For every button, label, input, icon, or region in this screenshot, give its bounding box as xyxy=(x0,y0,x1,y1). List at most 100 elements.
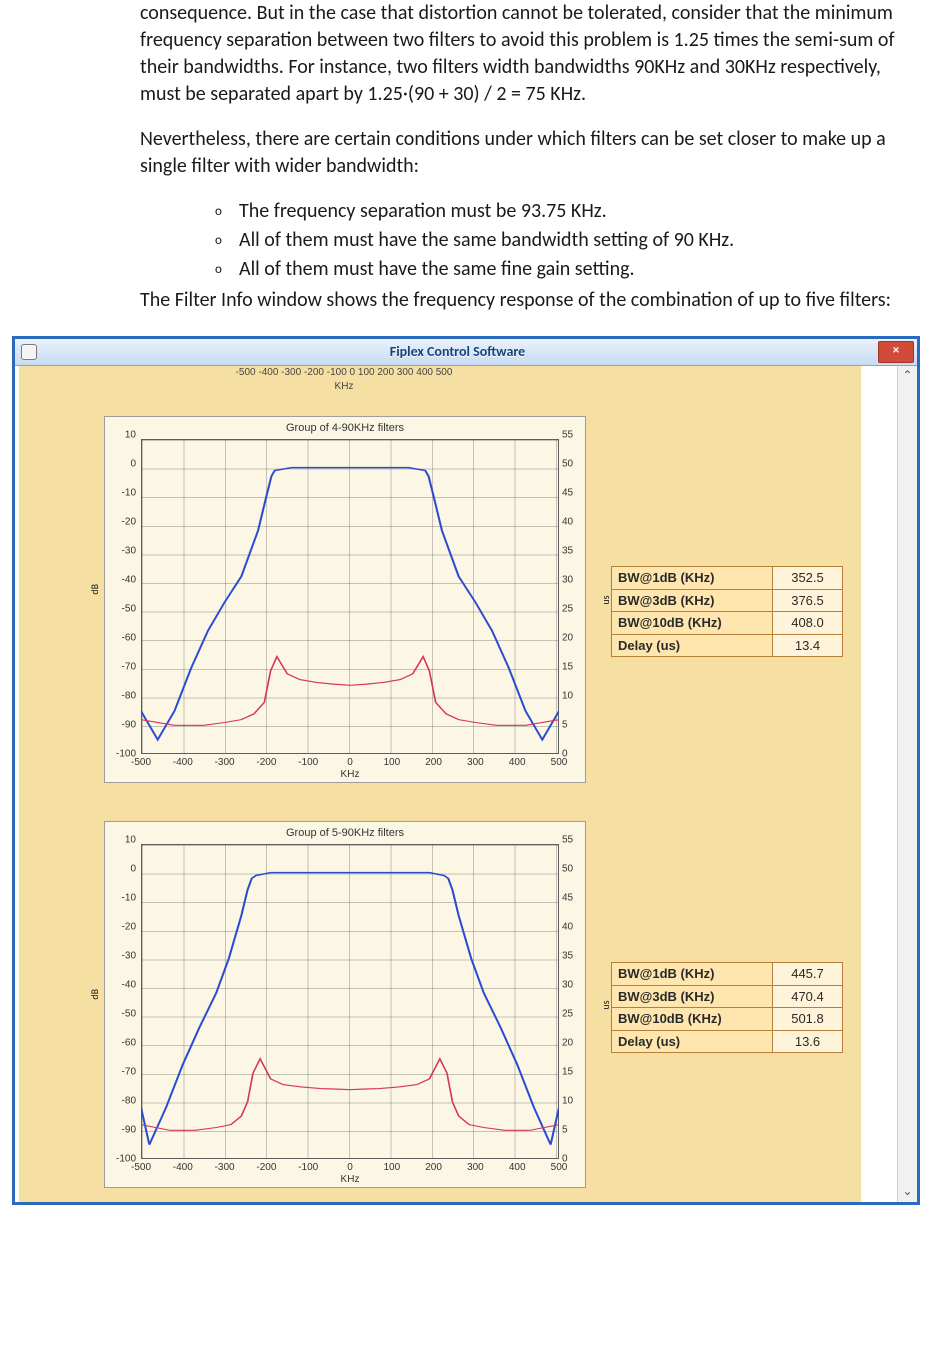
scroll-down-button[interactable]: ⌄ xyxy=(898,1182,917,1202)
table-row: Delay (us)13.6 xyxy=(612,1030,843,1053)
value: 501.8 xyxy=(773,1008,843,1031)
table-row: Delay (us)13.4 xyxy=(612,634,843,657)
y-left-ticks: 10 0 -10 -20 -30 -40 -50 -60 -70 -80 -90… xyxy=(108,435,138,754)
list-item: oThe frequency separation must be 93.75 … xyxy=(215,198,910,225)
label: BW@1dB (KHz) xyxy=(612,567,773,590)
tick: -20 xyxy=(122,920,136,934)
tick: -40 xyxy=(122,978,136,992)
x-ticks: -500 -400 -300 -200 -100 0 100 200 300 4… xyxy=(141,756,559,780)
tick: -10 xyxy=(122,486,136,500)
y-left-label: dB xyxy=(88,583,102,594)
tick: 45 xyxy=(562,486,573,500)
tick: -90 xyxy=(122,718,136,732)
tick: 25 xyxy=(562,602,573,616)
app-icon xyxy=(21,344,37,360)
tick: -20 xyxy=(122,515,136,529)
list-text: All of them must have the same bandwidth… xyxy=(239,228,734,252)
tick: 20 xyxy=(562,1036,573,1050)
conditions-list: oThe frequency separation must be 93.75 … xyxy=(140,198,910,283)
trace-delay xyxy=(141,1059,559,1131)
label: BW@3dB (KHz) xyxy=(612,985,773,1008)
x-ticks: -500 -400 -300 -200 -100 0 100 200 300 4… xyxy=(141,1161,559,1185)
tick: -60 xyxy=(122,1036,136,1050)
app-window: Fiplex Control Software × -500 -400 -300… xyxy=(12,336,920,1205)
tick: 40 xyxy=(562,920,573,934)
tick: 35 xyxy=(562,544,573,558)
list-text: All of them must have the same fine gain… xyxy=(239,257,635,281)
trace-magnitude xyxy=(141,468,559,740)
tick: 5 xyxy=(562,718,568,732)
tick: -80 xyxy=(122,1094,136,1108)
info-table-2: BW@1dB (KHz)445.7 BW@3dB (KHz)470.4 BW@1… xyxy=(611,962,843,1053)
value: 376.5 xyxy=(773,589,843,612)
tick: -40 xyxy=(122,573,136,587)
value: 13.4 xyxy=(773,634,843,657)
table-row: BW@1dB (KHz)445.7 xyxy=(612,963,843,986)
y-right-ticks: 55 50 45 40 35 30 25 20 15 10 5 0 xyxy=(560,435,582,754)
trace-delay xyxy=(141,657,559,726)
tick: 15 xyxy=(562,660,573,674)
tick: -80 xyxy=(122,689,136,703)
info-table-1: BW@1dB (KHz)352.5 BW@3dB (KHz)376.5 BW@1… xyxy=(611,566,843,657)
table-row: BW@1dB (KHz)352.5 xyxy=(612,567,843,590)
label: BW@10dB (KHz) xyxy=(612,612,773,635)
plot-svg xyxy=(141,439,559,754)
table-row: BW@10dB (KHz)408.0 xyxy=(612,612,843,635)
label: Delay (us) xyxy=(612,634,773,657)
table-row: BW@10dB (KHz)501.8 xyxy=(612,1008,843,1031)
value: 408.0 xyxy=(773,612,843,635)
tick: 10 xyxy=(125,833,136,847)
scroll-up-button[interactable]: ⌃ xyxy=(898,366,917,386)
top-axis-label: KHz xyxy=(104,380,584,394)
table-row: BW@3dB (KHz)376.5 xyxy=(612,589,843,612)
tick: 15 xyxy=(562,1065,573,1079)
vertical-scrollbar[interactable]: ⌃ ⌄ xyxy=(897,366,917,1202)
client-area: -500 -400 -300 -200 -100 0 100 200 300 4… xyxy=(15,366,917,1202)
y-left-label: dB xyxy=(88,988,102,999)
tick: 30 xyxy=(562,978,573,992)
tick: 10 xyxy=(562,1094,573,1108)
tick: 45 xyxy=(562,891,573,905)
plot-group-5: Group of 5-90KHz filters 10 0 -10 -20 -3… xyxy=(104,821,586,1188)
tick: -50 xyxy=(122,602,136,616)
x-axis-label: KHz xyxy=(141,768,559,782)
tick: 0 xyxy=(130,862,136,876)
title-bar[interactable]: Fiplex Control Software × xyxy=(15,339,917,366)
plot-group-4: Group of 4-90KHz filters 10 0 -10 -20 -3… xyxy=(104,416,586,783)
value: 13.6 xyxy=(773,1030,843,1053)
tick: -70 xyxy=(122,1065,136,1079)
label: BW@3dB (KHz) xyxy=(612,589,773,612)
table-row: BW@3dB (KHz)470.4 xyxy=(612,985,843,1008)
tick: 5 xyxy=(562,1123,568,1137)
document-body: consequence. But in the case that distor… xyxy=(0,0,932,314)
tick: 0 xyxy=(130,457,136,471)
trace-magnitude xyxy=(141,873,559,1145)
tick: 55 xyxy=(562,428,573,442)
plot-title: Group of 5-90KHz filters xyxy=(105,826,585,841)
tick: -30 xyxy=(122,949,136,963)
top-axis-ticks: -500 -400 -300 -200 -100 0 100 200 300 4… xyxy=(104,366,584,380)
tick: -50 xyxy=(122,1007,136,1021)
label: BW@1dB (KHz) xyxy=(612,963,773,986)
tick: -10 xyxy=(122,891,136,905)
value: 445.7 xyxy=(773,963,843,986)
y-left-ticks: 10 0 -10 -20 -30 -40 -50 -60 -70 -80 -90… xyxy=(108,840,138,1159)
window-title: Fiplex Control Software xyxy=(37,343,878,362)
list-item: oAll of them must have the same fine gai… xyxy=(215,256,910,283)
tick: -30 xyxy=(122,544,136,558)
tick: 25 xyxy=(562,1007,573,1021)
list-item: oAll of them must have the same bandwidt… xyxy=(215,227,910,254)
value: 470.4 xyxy=(773,985,843,1008)
tick: 10 xyxy=(125,428,136,442)
tick: -90 xyxy=(122,1123,136,1137)
tick: 40 xyxy=(562,515,573,529)
tick: 50 xyxy=(562,862,573,876)
tick: 55 xyxy=(562,833,573,847)
tick: -60 xyxy=(122,631,136,645)
close-button[interactable]: × xyxy=(878,341,914,363)
paragraph-3: The Filter Info window shows the frequen… xyxy=(140,287,910,314)
paragraph-1: consequence. But in the case that distor… xyxy=(140,0,910,108)
tick: 20 xyxy=(562,631,573,645)
list-text: The frequency separation must be 93.75 K… xyxy=(239,199,607,223)
plot-svg xyxy=(141,844,559,1159)
